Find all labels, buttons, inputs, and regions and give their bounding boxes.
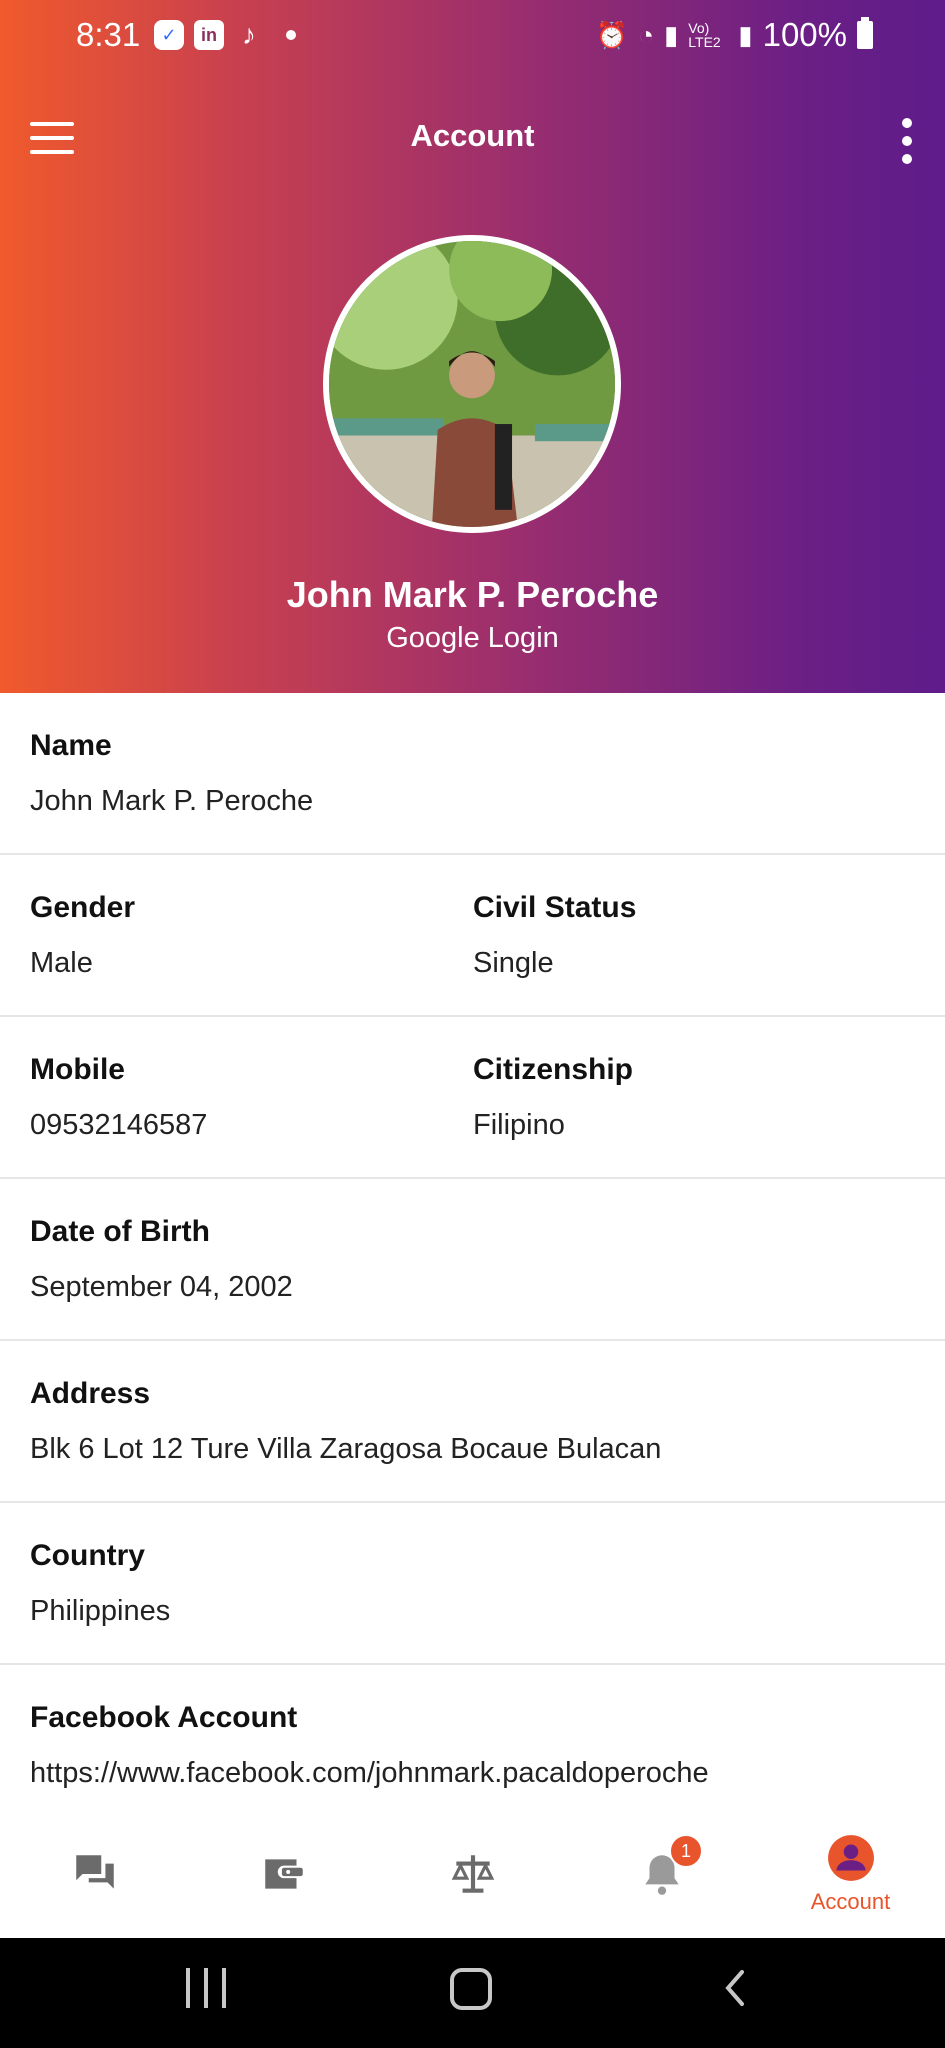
page-title: Account bbox=[410, 118, 535, 153]
detail-row-facebook: Facebook Account https://www.facebook.co… bbox=[0, 1665, 945, 1827]
account-details: Name John Mark P. Peroche Gender Male Ci… bbox=[0, 693, 945, 1827]
detail-row-country: Country Philippines bbox=[0, 1503, 945, 1665]
nav-item-chat[interactable] bbox=[0, 1810, 189, 1938]
name-label: Name bbox=[30, 729, 112, 762]
mobile-value: 09532146587 bbox=[30, 1109, 208, 1141]
country-field: Country Philippines bbox=[30, 1539, 170, 1628]
battery-icon bbox=[857, 17, 873, 49]
tiktok-icon: ♪ bbox=[242, 19, 256, 50]
notification-icons: ✓ in ♪ bbox=[154, 19, 296, 50]
gender-label: Gender bbox=[30, 891, 136, 924]
notification-badge: 1 bbox=[669, 1834, 703, 1868]
linkedin-icon: in bbox=[194, 20, 224, 50]
status-bar: 8:31 ✓ in ♪ ⏰ ◔ ▮ Vo) LTE2 ▮ 100% bbox=[0, 0, 945, 72]
system-navigation-bar bbox=[0, 1938, 945, 2048]
detail-row-mobile-citizenship: Mobile 09532146587 Citizenship Filipino bbox=[0, 1017, 945, 1179]
avatar[interactable] bbox=[323, 235, 621, 533]
lte-label: Vo) LTE2 bbox=[688, 20, 721, 50]
account-icon bbox=[827, 1835, 874, 1881]
bottom-navigation: 1 Account bbox=[0, 1810, 945, 1938]
gender-field: Gender Male bbox=[30, 891, 135, 980]
status-time: 8:31 bbox=[76, 16, 141, 53]
battery-percent: 100% bbox=[762, 16, 847, 53]
nav-item-scale[interactable] bbox=[378, 1810, 567, 1938]
mobile-field: Mobile 09532146587 bbox=[30, 1053, 207, 1142]
messenger-icon: ✓ bbox=[154, 20, 184, 50]
recent-apps-icon[interactable] bbox=[186, 1968, 226, 2008]
scale-icon bbox=[451, 1855, 494, 1893]
detail-row-gender-civil: Gender Male Civil Status Single bbox=[0, 855, 945, 1017]
citizenship-value: Filipino bbox=[473, 1109, 565, 1141]
civil-status-field: Civil Status Single bbox=[473, 891, 636, 980]
more-notifications-dot-icon bbox=[286, 30, 296, 40]
login-method: Google Login bbox=[386, 622, 559, 654]
civil-status-label: Civil Status bbox=[473, 891, 637, 924]
detail-row-dob: Date of Birth September 04, 2002 bbox=[0, 1179, 945, 1341]
facebook-label: Facebook Account bbox=[30, 1701, 298, 1734]
home-icon[interactable] bbox=[450, 1968, 492, 2010]
country-label: Country bbox=[30, 1539, 145, 1572]
wifi-icon: ◔ bbox=[638, 19, 654, 50]
dob-value: September 04, 2002 bbox=[30, 1271, 293, 1303]
dob-field: Date of Birth September 04, 2002 bbox=[30, 1215, 293, 1304]
signal-icon-2: ▮ bbox=[738, 19, 753, 50]
nav-item-notifications[interactable]: 1 bbox=[567, 1810, 756, 1938]
nav-item-wallet[interactable] bbox=[189, 1810, 378, 1938]
alarm-icon: ⏰ bbox=[595, 19, 629, 50]
country-value: Philippines bbox=[30, 1595, 171, 1627]
detail-row-name: Name John Mark P. Peroche bbox=[0, 693, 945, 855]
address-label: Address bbox=[30, 1377, 151, 1410]
profile-header: 8:31 ✓ in ♪ ⏰ ◔ ▮ Vo) LTE2 ▮ 100% Accoun… bbox=[0, 0, 945, 693]
back-icon[interactable] bbox=[720, 1968, 750, 2008]
system-status-icons: ⏰ ◔ ▮ Vo) LTE2 ▮ 100% bbox=[596, 16, 873, 54]
name-field: Name John Mark P. Peroche bbox=[30, 729, 313, 818]
mobile-label: Mobile bbox=[30, 1053, 125, 1086]
chat-icon bbox=[75, 1855, 114, 1889]
more-vert-icon[interactable] bbox=[897, 118, 917, 164]
nav-label-account: Account bbox=[810, 1889, 891, 1914]
app-bar: Account bbox=[0, 100, 945, 180]
gender-value: Male bbox=[30, 947, 93, 979]
civil-status-value: Single bbox=[473, 947, 554, 979]
profile-name: John Mark P. Peroche bbox=[286, 574, 659, 615]
citizenship-field: Citizenship Filipino bbox=[473, 1053, 633, 1142]
facebook-value[interactable]: https://www.facebook.com/johnmark.pacald… bbox=[30, 1757, 709, 1790]
wallet-icon bbox=[264, 1859, 303, 1889]
facebook-field: Facebook Account https://www.facebook.co… bbox=[30, 1701, 709, 1790]
address-value: Blk 6 Lot 12 Ture Villa Zaragosa Bocaue … bbox=[30, 1433, 662, 1465]
detail-row-address: Address Blk 6 Lot 12 Ture Villa Zaragosa… bbox=[0, 1341, 945, 1503]
citizenship-label: Citizenship bbox=[473, 1053, 634, 1086]
nav-item-account[interactable]: Account bbox=[756, 1810, 945, 1938]
address-field: Address Blk 6 Lot 12 Ture Villa Zaragosa… bbox=[30, 1377, 661, 1466]
dob-label: Date of Birth bbox=[30, 1215, 210, 1248]
name-value: John Mark P. Peroche bbox=[30, 785, 314, 817]
signal-icon: ▮ bbox=[663, 19, 679, 50]
